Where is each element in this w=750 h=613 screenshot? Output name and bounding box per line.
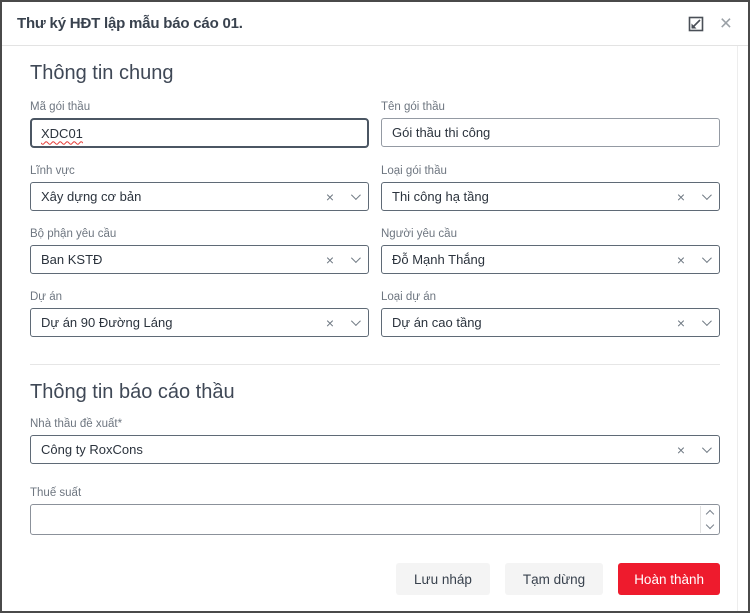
select-value: Xây dựng cơ bản xyxy=(41,189,326,204)
thue-suat-input[interactable] xyxy=(30,504,720,535)
clear-icon[interactable]: × xyxy=(326,316,334,330)
expand-icon[interactable] xyxy=(688,16,704,32)
ma-goi-thau-value: XDC01 xyxy=(41,126,83,141)
chevron-down-icon[interactable] xyxy=(702,316,712,326)
clear-icon[interactable]: × xyxy=(677,316,685,330)
select-value: Công ty RoxCons xyxy=(41,442,677,457)
field-nha-thau-de-xuat: Nhà thầu đề xuất* Công ty RoxCons × xyxy=(30,418,720,464)
clear-icon[interactable]: × xyxy=(677,443,685,457)
select-value: Thi công hạ tầng xyxy=(392,189,677,204)
field-label: Bộ phận yêu cầu xyxy=(30,228,369,240)
field-nguoi-yeu-cau: Người yêu cầu Đỗ Mạnh Thắng × xyxy=(381,228,720,274)
field-loai-du-an: Loại dự án Dự án cao tầng × xyxy=(381,291,720,337)
chevron-down-icon[interactable] xyxy=(351,190,361,200)
field-loai-goi-thau: Loại gói thầu Thi công hạ tầng × xyxy=(381,165,720,211)
dialog-header: Thư ký HĐT lập mẫu báo cáo 01. × xyxy=(2,2,748,46)
field-label: Dự án xyxy=(30,291,369,303)
field-label: Lĩnh vực xyxy=(30,165,369,177)
chevron-down-icon[interactable] xyxy=(351,316,361,326)
select-value: Ban KSTĐ xyxy=(41,252,326,267)
close-icon[interactable]: × xyxy=(720,16,732,32)
scrollbar-track[interactable] xyxy=(737,46,738,611)
nha-thau-de-xuat-select[interactable]: Công ty RoxCons × xyxy=(30,435,720,464)
loai-du-an-select[interactable]: Dự án cao tầng × xyxy=(381,308,720,337)
section-title-report: Thông tin báo cáo thầu xyxy=(30,381,720,404)
clear-icon[interactable]: × xyxy=(677,253,685,267)
bo-phan-yeu-cau-select[interactable]: Ban KSTĐ × xyxy=(30,245,369,274)
du-an-select[interactable]: Dự án 90 Đường Láng × xyxy=(30,308,369,337)
pause-button[interactable]: Tạm dừng xyxy=(505,563,603,595)
field-linh-vuc: Lĩnh vực Xây dựng cơ bản × xyxy=(30,165,369,211)
field-label: Thuế suất xyxy=(30,487,720,499)
nguoi-yeu-cau-select[interactable]: Đỗ Mạnh Thắng × xyxy=(381,245,720,274)
save-draft-button[interactable]: Lưu nháp xyxy=(396,563,490,595)
field-ma-goi-thau: Mã gói thầu XDC01 xyxy=(30,101,369,148)
chevron-down-icon[interactable] xyxy=(702,190,712,200)
clear-icon[interactable]: × xyxy=(326,253,334,267)
field-thue-suat: Thuế suất xyxy=(30,487,720,535)
spinner-down-icon[interactable] xyxy=(705,521,713,529)
thue-suat-wrap xyxy=(30,504,720,535)
select-value: Dự án 90 Đường Láng xyxy=(41,315,326,330)
field-label: Tên gói thầu xyxy=(381,101,720,113)
loai-goi-thau-select[interactable]: Thi công hạ tầng × xyxy=(381,182,720,211)
field-ten-goi-thau: Tên gói thầu xyxy=(381,101,720,148)
section-divider xyxy=(30,364,720,365)
chevron-down-icon[interactable] xyxy=(702,253,712,263)
ten-goi-thau-input[interactable] xyxy=(381,118,720,147)
number-spinner xyxy=(700,506,718,533)
header-icons: × xyxy=(688,16,732,32)
ma-goi-thau-input[interactable]: XDC01 xyxy=(30,118,369,148)
general-fields-grid: Mã gói thầu XDC01 Tên gói thầu Lĩnh vực … xyxy=(30,101,720,337)
select-value: Đỗ Mạnh Thắng xyxy=(392,252,677,267)
dialog-body: Thông tin chung Mã gói thầu XDC01 Tên gó… xyxy=(2,46,748,611)
field-label: Mã gói thầu xyxy=(30,101,369,113)
field-du-an: Dự án Dự án 90 Đường Láng × xyxy=(30,291,369,337)
field-label: Nhà thầu đề xuất* xyxy=(30,418,720,430)
field-label: Loại gói thầu xyxy=(381,165,720,177)
clear-icon[interactable]: × xyxy=(326,190,334,204)
chevron-down-icon[interactable] xyxy=(702,443,712,453)
dialog-title: Thư ký HĐT lập mẫu báo cáo 01. xyxy=(17,15,243,32)
linh-vuc-select[interactable]: Xây dựng cơ bản × xyxy=(30,182,369,211)
dialog-footer: Lưu nháp Tạm dừng Hoàn thành xyxy=(30,545,720,595)
spinner-up-icon[interactable] xyxy=(705,510,713,518)
complete-button[interactable]: Hoàn thành xyxy=(618,563,720,595)
field-label: Người yêu cầu xyxy=(381,228,720,240)
clear-icon[interactable]: × xyxy=(677,190,685,204)
chevron-down-icon[interactable] xyxy=(351,253,361,263)
section-title-general: Thông tin chung xyxy=(30,62,720,85)
select-value: Dự án cao tầng xyxy=(392,315,677,330)
field-label: Loại dự án xyxy=(381,291,720,303)
field-bo-phan-yeu-cau: Bộ phận yêu cầu Ban KSTĐ × xyxy=(30,228,369,274)
